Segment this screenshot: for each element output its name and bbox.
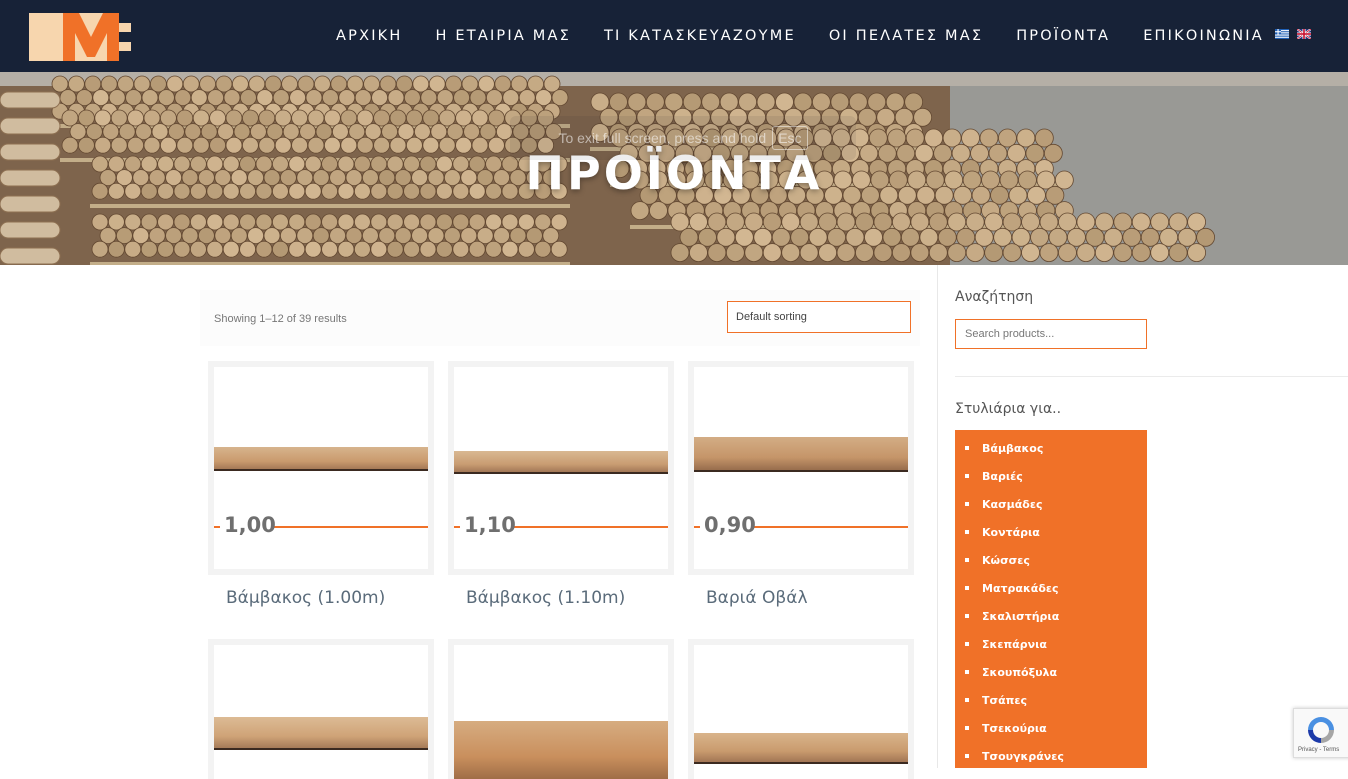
product-card[interactable]: [688, 639, 914, 779]
product-card[interactable]: 1,10: [448, 361, 674, 575]
search-heading: Αναζήτηση: [955, 289, 1034, 305]
category-item[interactable]: Βάμβακος: [965, 434, 1043, 462]
product-image[interactable]: [214, 645, 428, 779]
bullet-icon: [965, 642, 969, 646]
nav-company[interactable]: Η ΕΤΑΙΡΙΑ ΜΑΣ: [436, 28, 571, 44]
bullet-icon: [965, 698, 969, 702]
bullet-icon: [965, 754, 969, 758]
site-header: ΑΡΧΙΚΗ Η ΕΤΑΙΡΙΑ ΜΑΣ ΤΙ ΚΑΤΑΣΚΕΥΑΖΟΥΜΕ Ο…: [0, 0, 1348, 72]
product-card[interactable]: 1,00: [208, 361, 434, 575]
category-label: Κασμάδες: [982, 497, 1043, 511]
fullscreen-notice: To exit full screen, press and hold Esc: [510, 116, 856, 160]
product-image[interactable]: 1,10: [454, 367, 668, 569]
category-label: Βάμβακος: [982, 441, 1044, 455]
category-label: Κώσσες: [982, 553, 1030, 567]
uk-flag-icon[interactable]: [1297, 29, 1311, 39]
category-label: Τσεκούρια: [982, 721, 1047, 735]
product-image[interactable]: 1,00: [214, 367, 428, 569]
product-title[interactable]: Βαριά Οβάλ: [706, 588, 808, 608]
product-title[interactable]: Βάμβακος (1.10m): [466, 588, 625, 608]
esc-key: Esc: [772, 126, 808, 150]
bullet-icon: [965, 530, 969, 534]
category-item[interactable]: Τσεκούρια: [965, 714, 1047, 742]
search-input[interactable]: Search products...: [955, 319, 1147, 349]
category-item[interactable]: Σκαλιστήρια: [965, 602, 1059, 630]
category-label: Ματρακάδες: [982, 581, 1059, 595]
bullet-icon: [965, 614, 969, 618]
category-item[interactable]: Ματρακάδες: [965, 574, 1059, 602]
greek-flag-icon[interactable]: [1275, 29, 1289, 39]
main-nav: ΑΡΧΙΚΗ Η ΕΤΑΙΡΙΑ ΜΑΣ ΤΙ ΚΑΤΑΣΚΕΥΑΖΟΥΜΕ Ο…: [320, 0, 1297, 72]
recaptcha-text[interactable]: Privacy - Terms: [1298, 747, 1339, 753]
category-item[interactable]: Κοντάρια: [965, 518, 1040, 546]
categories-heading: Στυλιάρια για..: [955, 401, 1062, 417]
company-logo[interactable]: [29, 13, 149, 61]
category-label: Σκουπόξυλα: [982, 665, 1058, 679]
language-switcher: [1275, 29, 1311, 39]
length-label: 1,10: [464, 513, 516, 537]
bullet-icon: [965, 446, 969, 450]
product-title[interactable]: Βάμβακος (1.00m): [226, 588, 385, 608]
nav-products[interactable]: ΠΡΟΪΟΝΤΑ: [1016, 28, 1110, 44]
recaptcha-badge[interactable]: Privacy - Terms: [1293, 708, 1348, 758]
category-label: Κοντάρια: [982, 525, 1040, 539]
category-item[interactable]: Κώσσες: [965, 546, 1030, 574]
category-item[interactable]: Κασμάδες: [965, 490, 1043, 518]
category-list: Βάμβακος Βαριές Κασμάδες Κοντάρια Κώσσες…: [955, 430, 1147, 768]
category-label: Σκεπάρνια: [982, 637, 1047, 651]
bullet-icon: [965, 726, 969, 730]
nav-contact[interactable]: ΕΠΙΚΟΙΝΩΝΙΑ: [1143, 28, 1264, 44]
bullet-icon: [965, 670, 969, 674]
sidebar-divider: [937, 265, 938, 768]
product-image[interactable]: [694, 645, 908, 779]
nav-home[interactable]: ΑΡΧΙΚΗ: [336, 28, 403, 44]
recaptcha-icon: [1308, 717, 1334, 743]
category-item[interactable]: Τσάπες: [965, 686, 1027, 714]
nav-clients[interactable]: ΟΙ ΠΕΛΑΤΕΣ ΜΑΣ: [829, 28, 983, 44]
bullet-icon: [965, 474, 969, 478]
product-image[interactable]: 0,90: [694, 367, 908, 569]
category-item[interactable]: Σκεπάρνια: [965, 630, 1047, 658]
fullscreen-notice-text: To exit full screen, press and hold: [558, 130, 767, 146]
nav-what-we-make[interactable]: ΤΙ ΚΑΤΑΣΚΕΥΑΖΟΥΜΕ: [604, 28, 796, 44]
sorting-select[interactable]: Default sorting: [727, 301, 911, 333]
category-label: Τσουγκράνες: [982, 749, 1064, 763]
product-image[interactable]: [454, 645, 668, 779]
bullet-icon: [965, 586, 969, 590]
hero-banner: ΠΡΟΪΟΝΤΑ To exit full screen, press and …: [0, 72, 1348, 265]
product-card[interactable]: 0,90: [688, 361, 914, 575]
result-count: Showing 1–12 of 39 results: [214, 313, 347, 325]
bullet-icon: [965, 502, 969, 506]
shop-toolbar: Showing 1–12 of 39 results Default sorti…: [200, 290, 920, 346]
sidebar-rule: [955, 376, 1348, 377]
product-card[interactable]: [208, 639, 434, 779]
product-card[interactable]: [448, 639, 674, 779]
category-label: Βαριές: [982, 469, 1023, 483]
category-label: Σκαλιστήρια: [982, 609, 1060, 623]
length-label: 0,90: [704, 513, 756, 537]
category-item[interactable]: Βαριές: [965, 462, 1023, 490]
category-item[interactable]: Σκουπόξυλα: [965, 658, 1057, 686]
category-label: Τσάπες: [982, 693, 1027, 707]
category-item[interactable]: Τσουγκράνες: [965, 742, 1064, 770]
bullet-icon: [965, 558, 969, 562]
length-label: 1,00: [224, 513, 276, 537]
